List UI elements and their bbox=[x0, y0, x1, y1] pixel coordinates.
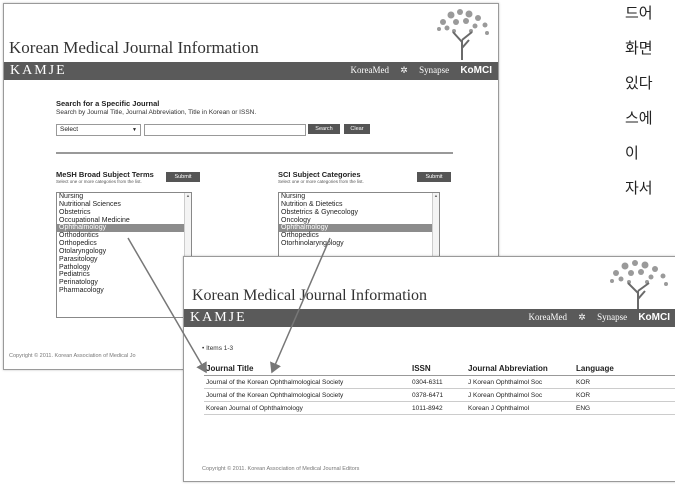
connector-arrows bbox=[127, 237, 331, 374]
arrow-from-sci bbox=[270, 237, 331, 374]
arrow-from-mesh bbox=[127, 237, 207, 374]
